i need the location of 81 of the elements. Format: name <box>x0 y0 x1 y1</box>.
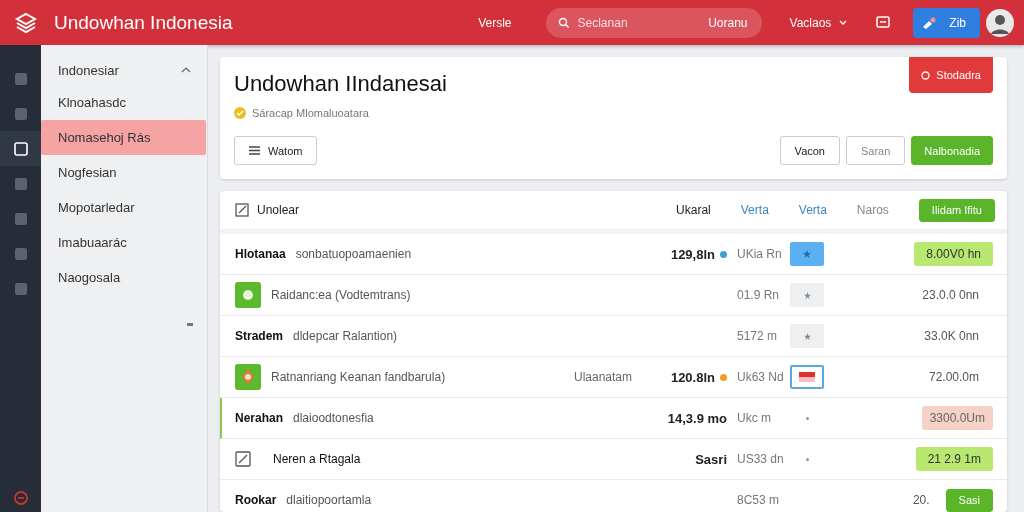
action-button[interactable]: Zib <box>913 7 980 38</box>
amount-text: 14,3.9 mo <box>667 410 727 426</box>
unit-text: 8C53 m <box>737 493 781 507</box>
check-icon <box>234 107 246 119</box>
value-badge: 8.00V0 hn <box>914 242 993 266</box>
power-icon[interactable] <box>12 490 29 506</box>
value-badge: 3300.0Um <box>921 406 993 430</box>
row-note: Ulaanatam <box>573 370 633 384</box>
row-description: dldepcar Ralantion) <box>293 329 398 343</box>
row-button[interactable]: Sasi <box>945 488 993 512</box>
sidebar-item[interactable]: Nogfesian <box>41 155 207 190</box>
toolbar-button[interactable]: Saran <box>846 136 906 165</box>
toolbar-button[interactable]: Vacon <box>779 136 840 165</box>
search-option: Uoranu <box>708 15 748 30</box>
sidebar-item[interactable]: Naogosala <box>41 260 207 295</box>
unit-text: 01.9 Rn <box>737 288 781 302</box>
row-description: Raidanc:ea (Vodtemtrans) <box>271 288 411 302</box>
row-description: dlaioodtonesfia <box>293 411 374 425</box>
edit-icon <box>235 203 249 217</box>
star-icon <box>803 332 811 340</box>
sidebar-heading: Indonesiar <box>58 62 119 78</box>
flag-icon <box>799 372 815 382</box>
column-header[interactable]: Ukaral <box>676 203 711 217</box>
edit-icon[interactable] <box>235 451 251 467</box>
table-title: Unolear <box>257 203 300 217</box>
column-header[interactable]: Verta <box>798 203 827 217</box>
chevron-icon[interactable] <box>181 67 191 73</box>
row-description: Ratnanriang Keanan fandbarula) <box>271 370 446 384</box>
star-icon <box>803 291 811 299</box>
star-chip[interactable] <box>790 283 824 307</box>
sidebar-item[interactable]: Mopotarledar <box>41 190 207 225</box>
menu-dropdown[interactable]: Vaclaos <box>783 14 854 31</box>
page-title: Undowhan IIndanesai <box>234 71 447 97</box>
star-chip[interactable] <box>790 324 824 348</box>
amount-text: 120.8ln <box>670 369 715 385</box>
column-header[interactable]: Naros <box>856 203 889 217</box>
search-icon <box>557 16 570 29</box>
toolbar-button[interactable]: Nalbonadia <box>911 136 993 165</box>
star-icon <box>803 250 811 258</box>
value-text: 20. <box>911 492 931 509</box>
sidebar-item[interactable]: Nomasehoj Rás <box>41 120 206 155</box>
row-name: Stradem <box>235 329 284 343</box>
chevron-down-icon <box>839 19 848 26</box>
avatar[interactable] <box>986 8 1014 37</box>
column-header[interactable]: Verta <box>740 203 769 217</box>
nav-icon[interactable] <box>13 141 28 156</box>
menu-icon <box>249 146 260 155</box>
layers-icon <box>14 10 38 35</box>
row-description: dlaitiopoortamla <box>286 493 372 507</box>
flag-chip[interactable] <box>790 365 824 389</box>
value-badge: 21 2.9 1m <box>915 447 993 471</box>
handle-icon <box>187 323 193 326</box>
amount-text: Sasri <box>695 451 727 467</box>
unit-text: US33 dn <box>737 452 785 466</box>
megaphone-icon <box>921 15 938 30</box>
row-name: Nerahan <box>235 411 284 425</box>
nav-link[interactable]: Versle <box>478 15 512 30</box>
value-text: 23.0.0 0nn <box>921 287 980 304</box>
amount-text: 129,8ln <box>670 246 715 262</box>
filter-button[interactable]: Ilidam Ifitu <box>918 198 995 222</box>
unit-text: 5172 m <box>737 329 779 343</box>
unit-text: Ukc m <box>737 411 772 425</box>
alert-icon <box>921 70 931 80</box>
alert-badge[interactable]: Stodadra <box>909 57 993 93</box>
unit-text: UKia Rn <box>737 247 783 261</box>
sidebar-item[interactable]: Imabuaarác <box>41 225 207 260</box>
row-name: Hlotanaa <box>235 247 286 261</box>
row-name: Rookar <box>235 493 277 507</box>
value-text: 72.00.0m <box>927 369 980 386</box>
figure-icon <box>235 364 261 390</box>
leaf-icon <box>235 282 261 308</box>
unit-text: Uk63 Nd <box>737 370 785 384</box>
app-title: Undowhan Indonesia <box>54 11 233 34</box>
sidebar-item[interactable]: Klnoahasdc <box>41 85 207 120</box>
row-name: Neren a Rtagala <box>273 452 361 466</box>
menu-button[interactable]: Watom <box>234 136 318 165</box>
row-description: sonbatuopoamaenien <box>295 247 412 261</box>
star-chip[interactable] <box>790 242 824 266</box>
value-text: 33.0K 0nn <box>923 328 980 345</box>
status-text: Sáracap Mlomaluoatara <box>252 107 369 119</box>
message-icon[interactable] <box>875 14 892 31</box>
